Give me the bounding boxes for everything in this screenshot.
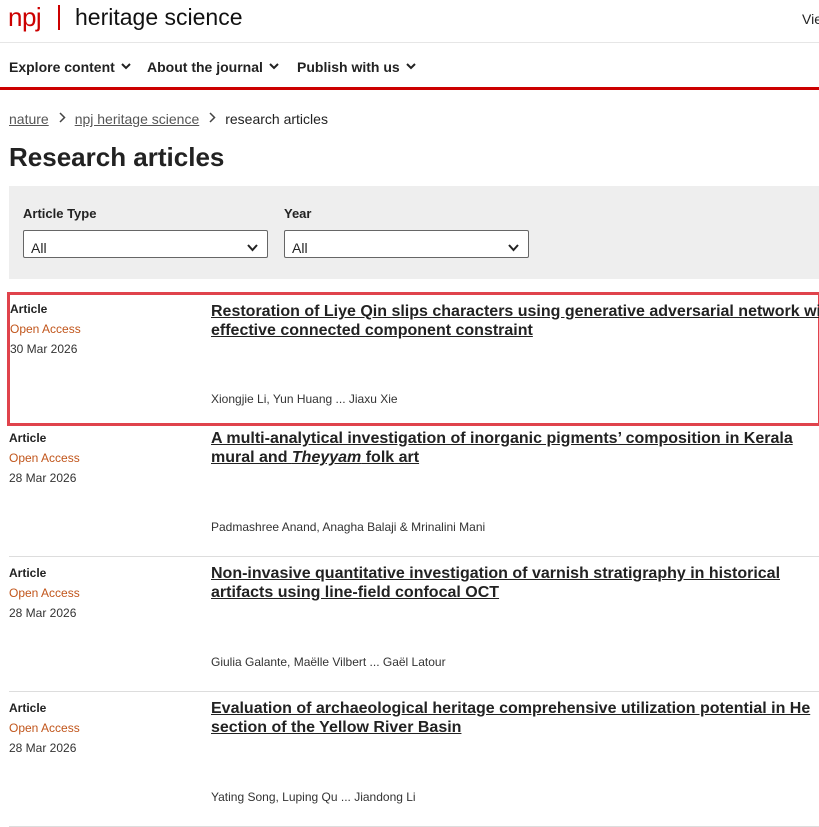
article-authors: Yating Song, Luping Qu ... Jiandong Li xyxy=(211,790,416,804)
breadcrumb-current: research articles xyxy=(225,111,328,127)
title-line: section of the Yellow River Basin xyxy=(211,719,462,736)
year-select[interactable]: All xyxy=(284,230,529,258)
article-date: 30 Mar 2026 xyxy=(10,342,78,356)
chevron-right-icon xyxy=(209,110,216,126)
nav-publish-with-us[interactable]: Publish with us xyxy=(297,57,416,75)
title-line: artifacts using line-field confocal OCT xyxy=(211,584,500,601)
article-type: Article xyxy=(9,431,47,445)
title-line: effective connected component constraint xyxy=(211,322,533,339)
article-type: Article xyxy=(9,701,47,715)
breadcrumb-link-journal[interactable]: npj heritage science xyxy=(75,111,200,127)
title-line: mural and Theyyam folk art xyxy=(211,448,819,467)
breadcrumb-link-nature[interactable]: nature xyxy=(9,111,49,127)
title-text: mural and xyxy=(211,449,292,466)
article-authors: Xiongjie Li, Yun Huang ... Jiaxu Xie xyxy=(211,392,398,406)
breadcrumb: nature npj heritage science research artic… xyxy=(9,110,328,127)
site-header: npj heritage science Vie xyxy=(0,0,819,43)
article-type-label: Article Type xyxy=(23,206,97,221)
title-line: Non-invasive quantitative investigation … xyxy=(211,565,781,582)
chevron-down-icon xyxy=(508,239,519,257)
open-access-badge: Open Access xyxy=(9,721,80,735)
article-card: Article Open Access 28 Mar 2026 Evaluati… xyxy=(9,692,819,827)
article-card: Article Open Access 28 Mar 2026 Non-inva… xyxy=(9,557,819,692)
select-value: All xyxy=(292,240,308,256)
journal-title[interactable]: heritage science xyxy=(75,4,243,31)
open-access-badge: Open Access xyxy=(9,451,80,465)
logo-divider xyxy=(58,5,60,30)
year-label: Year xyxy=(284,206,312,221)
title-line: Evaluation of archaeological heritage co… xyxy=(211,700,811,717)
nav-label: About the journal xyxy=(147,59,263,75)
select-value: All xyxy=(31,240,47,256)
title-line: Restoration of Liye Qin slips characters… xyxy=(211,303,819,320)
article-authors: Giulia Galante, Maëlle Vilbert ... Gaël … xyxy=(211,655,446,669)
article-type: Article xyxy=(9,566,47,580)
nav-label: Publish with us xyxy=(297,59,400,75)
chevron-down-icon xyxy=(247,239,258,257)
chevron-right-icon xyxy=(59,110,66,126)
title-text: folk art xyxy=(361,449,420,466)
article-date: 28 Mar 2026 xyxy=(9,606,77,620)
article-title-link[interactable]: A multi-analytical investigation of inor… xyxy=(211,429,819,467)
open-access-badge: Open Access xyxy=(9,586,80,600)
chevron-down-icon xyxy=(405,57,416,73)
article-title-link[interactable]: Non-invasive quantitative investigation … xyxy=(211,564,819,602)
filter-panel: Article Type All Year All xyxy=(9,186,819,279)
article-date: 28 Mar 2026 xyxy=(9,471,77,485)
article-card: Article Open Access 30 Mar 2026 Restorat… xyxy=(7,292,819,426)
nav-label: Explore content xyxy=(9,59,115,75)
nav-about-journal[interactable]: About the journal xyxy=(147,57,279,75)
nav-explore-content[interactable]: Explore content xyxy=(9,57,131,75)
article-type: Article xyxy=(10,302,48,316)
page-title: Research articles xyxy=(9,142,225,172)
title-line: A multi-analytical investigation of inor… xyxy=(211,430,793,447)
article-card: Article Open Access 28 Mar 2026 A multi-… xyxy=(9,422,819,557)
npj-logo[interactable]: npj xyxy=(8,2,42,33)
title-italic-text: Theyyam xyxy=(291,449,362,466)
article-date: 28 Mar 2026 xyxy=(9,741,77,755)
open-access-badge: Open Access xyxy=(10,322,81,336)
article-title-link[interactable]: Restoration of Liye Qin slips characters… xyxy=(211,302,819,340)
main-nav: Explore content About the journal Publis… xyxy=(0,43,819,90)
article-authors: Padmashree Anand, Anagha Balaji & Mrinal… xyxy=(211,520,486,534)
chevron-down-icon xyxy=(269,57,279,73)
chevron-down-icon xyxy=(121,57,131,73)
view-link[interactable]: Vie xyxy=(802,11,819,27)
article-title-link[interactable]: Evaluation of archaeological heritage co… xyxy=(211,699,819,737)
article-type-select[interactable]: All xyxy=(23,230,268,258)
